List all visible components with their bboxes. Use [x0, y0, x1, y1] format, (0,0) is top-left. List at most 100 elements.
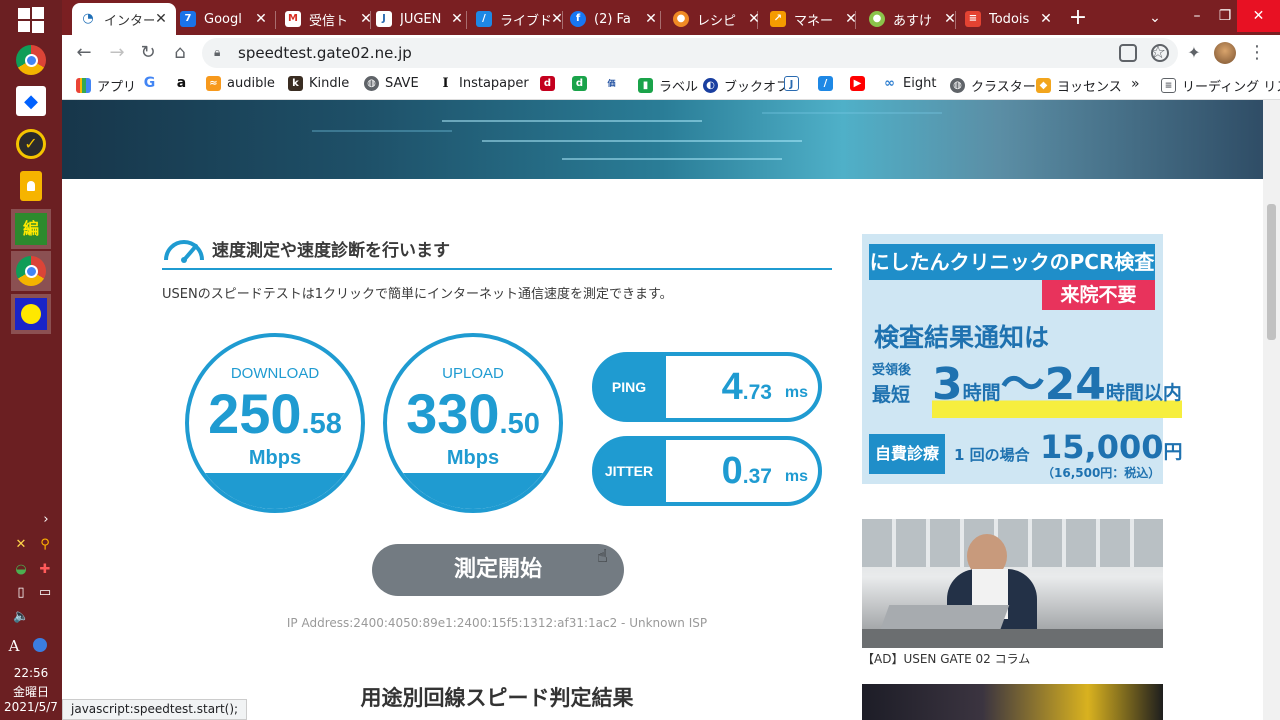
upload-value: 330.50: [387, 381, 559, 446]
forward-icon[interactable]: →: [103, 39, 131, 67]
clock-day[interactable]: 金曜日: [0, 683, 62, 700]
taskbar-norton-icon[interactable]: ✓: [11, 124, 51, 164]
close-tab-icon[interactable]: ✕: [1039, 11, 1053, 27]
column-ad-caption[interactable]: 【AD】USEN GATE 02 コラム: [862, 650, 1030, 667]
bookmark-bookoff[interactable]: ◐ ブックオフ: [703, 76, 789, 95]
clock-date[interactable]: 2021/5/7: [0, 700, 62, 714]
clock-time[interactable]: 22:56: [0, 666, 62, 680]
bookmark-save[interactable]: ◍ SAVE: [364, 76, 419, 91]
ad-price-number: 15,000: [1040, 428, 1164, 466]
lock-icon[interactable]: 🔒︎: [214, 45, 230, 61]
ime-indicator[interactable]: A: [6, 638, 22, 654]
windows-start-icon[interactable]: [17, 6, 45, 34]
extension-icon[interactable]: [1119, 44, 1137, 62]
bookmark-eight[interactable]: ∞ Eight: [882, 76, 936, 91]
bookmark-amazon[interactable]: a: [174, 76, 195, 91]
dpoint-icon: d: [572, 76, 587, 91]
close-tab-icon[interactable]: ✕: [644, 11, 658, 27]
tab-google-calendar[interactable]: 7 Googl ✕: [172, 3, 276, 35]
taskbar-dropbox-icon[interactable]: ◆: [11, 81, 51, 121]
address-bar[interactable]: 🔒︎ speedtest.gate02.ne.jp ☆: [202, 38, 1178, 68]
bookmark-d[interactable]: d: [540, 76, 561, 91]
tray-battery-icon[interactable]: ▯: [13, 585, 29, 601]
bookmark-kakaku[interactable]: 価: [604, 76, 625, 91]
url-text[interactable]: speedtest.gate02.ne.jp: [238, 44, 412, 62]
tab-gmail[interactable]: M 受信ト ✕: [277, 3, 381, 35]
ime-pad-icon[interactable]: [33, 638, 49, 654]
tab-label: JUGEN: [400, 11, 442, 27]
ad-hours-suffix: 時間: [1105, 382, 1144, 404]
tab-divider: [955, 11, 956, 29]
bookmarks-overflow-icon[interactable]: »: [1131, 76, 1140, 92]
home-icon[interactable]: ⌂: [166, 39, 194, 67]
taskbar-app-icon[interactable]: [11, 294, 51, 334]
bookmark-kindle[interactable]: k Kindle: [288, 76, 349, 91]
tray-gift-icon[interactable]: ✚: [37, 562, 53, 578]
bookmark-livedoor[interactable]: /: [818, 76, 839, 91]
reading-list-button[interactable]: ≡ リーディング リスト: [1161, 76, 1280, 95]
bookmark-yossense[interactable]: ◆ ヨッセンス: [1036, 76, 1122, 95]
jitter-label: JITTER: [604, 463, 654, 479]
taskbar-chrome-icon[interactable]: [11, 40, 51, 80]
bookmark-label-app[interactable]: ▮ ラベル: [638, 76, 698, 95]
bookmark-google[interactable]: G: [142, 76, 163, 91]
tab-asuke[interactable]: ● あすけ ✕: [861, 3, 965, 35]
profile-avatar[interactable]: [1214, 42, 1236, 64]
start-measurement-button[interactable]: 測定開始: [372, 544, 624, 596]
taskbar-chrome-icon[interactable]: [11, 251, 51, 291]
minimize-icon[interactable]: –: [1182, 0, 1212, 32]
tray-tool-icon[interactable]: ✕: [13, 537, 29, 553]
taskbar-app-icon[interactable]: 編: [11, 209, 51, 249]
tab-todoist[interactable]: ≡ Todois ✕: [957, 3, 1061, 35]
bookmark-cluster[interactable]: ◍ クラスター: [950, 76, 1036, 95]
chrome-menu-icon[interactable]: ⋮: [1246, 42, 1268, 64]
bookmark-jugem[interactable]: J: [784, 76, 805, 91]
extension-icon[interactable]: [1151, 44, 1169, 62]
tab-livedoor[interactable]: / ライブド ✕: [468, 3, 572, 35]
download-value-int: 250: [208, 382, 302, 445]
bookmark-apps[interactable]: アプリ: [76, 76, 136, 95]
extensions-puzzle-icon[interactable]: ✦: [1183, 42, 1205, 64]
bookmark-audible[interactable]: ≈ audible: [206, 76, 275, 91]
close-tab-icon[interactable]: ✕: [154, 11, 168, 27]
tray-volume-icon[interactable]: 🔈: [13, 609, 29, 625]
taskbar-keep-icon[interactable]: [11, 166, 51, 206]
tab-recipe[interactable]: ● レシピ ✕: [665, 3, 769, 35]
tab-money[interactable]: ↗ マネー ✕: [762, 3, 866, 35]
browser-frame: ◔ インター ✕ 7 Googl ✕ M 受信ト ✕ J JUGEN ✕ / ラ…: [62, 0, 1280, 100]
tray-display-icon[interactable]: ▭: [37, 585, 53, 601]
tray-search-icon[interactable]: ⚲: [37, 537, 53, 553]
restore-icon[interactable]: ❐: [1210, 0, 1240, 32]
light-beam: [442, 120, 702, 122]
bookmark-youtube[interactable]: ▶: [850, 76, 871, 91]
column-ad-image[interactable]: [862, 519, 1163, 648]
jugem-icon: J: [784, 76, 799, 91]
bookmark-instapaper[interactable]: I Instapaper: [438, 76, 529, 91]
tab-search-icon[interactable]: ⌄: [1144, 2, 1166, 34]
tab-facebook[interactable]: f (2) Fa ✕: [562, 3, 666, 35]
tab-divider: [466, 11, 467, 29]
game-ad-image[interactable]: [862, 684, 1163, 720]
light-beam: [562, 158, 782, 160]
bookmark-dpoint[interactable]: d: [572, 76, 593, 91]
ad-pre-bottom: 最短: [872, 384, 911, 406]
tab-speedtest[interactable]: ◔ インター ✕: [72, 3, 176, 35]
hand-cursor-icon: ☝: [597, 546, 608, 567]
close-tab-icon[interactable]: ✕: [254, 11, 268, 27]
ad-hours-number: 3: [932, 359, 963, 410]
close-tab-icon[interactable]: ✕: [747, 11, 761, 27]
ping-value-dec: .73: [742, 381, 772, 404]
bookmark-label: ラベル: [659, 80, 699, 95]
tray-chevron-icon[interactable]: ›: [38, 512, 54, 528]
tab-jugem[interactable]: J JUGEN ✕: [368, 3, 472, 35]
ping-value-box: 4.73 ms: [666, 356, 818, 418]
back-icon[interactable]: ←: [70, 39, 98, 67]
scrollbar-thumb[interactable]: [1267, 204, 1276, 340]
pcr-clinic-ad[interactable]: にしたんクリニックのPCR検査 来院不要 検査結果通知は 受領後 最短 3時間～…: [862, 234, 1183, 484]
tray-network-icon[interactable]: ◒: [13, 562, 29, 578]
page-scrollbar[interactable]: [1263, 100, 1280, 720]
reload-icon[interactable]: ↻: [134, 39, 162, 67]
close-window-icon[interactable]: ✕: [1237, 0, 1280, 32]
close-tab-icon[interactable]: ✕: [450, 11, 464, 27]
new-tab-icon[interactable]: +: [1066, 5, 1090, 30]
